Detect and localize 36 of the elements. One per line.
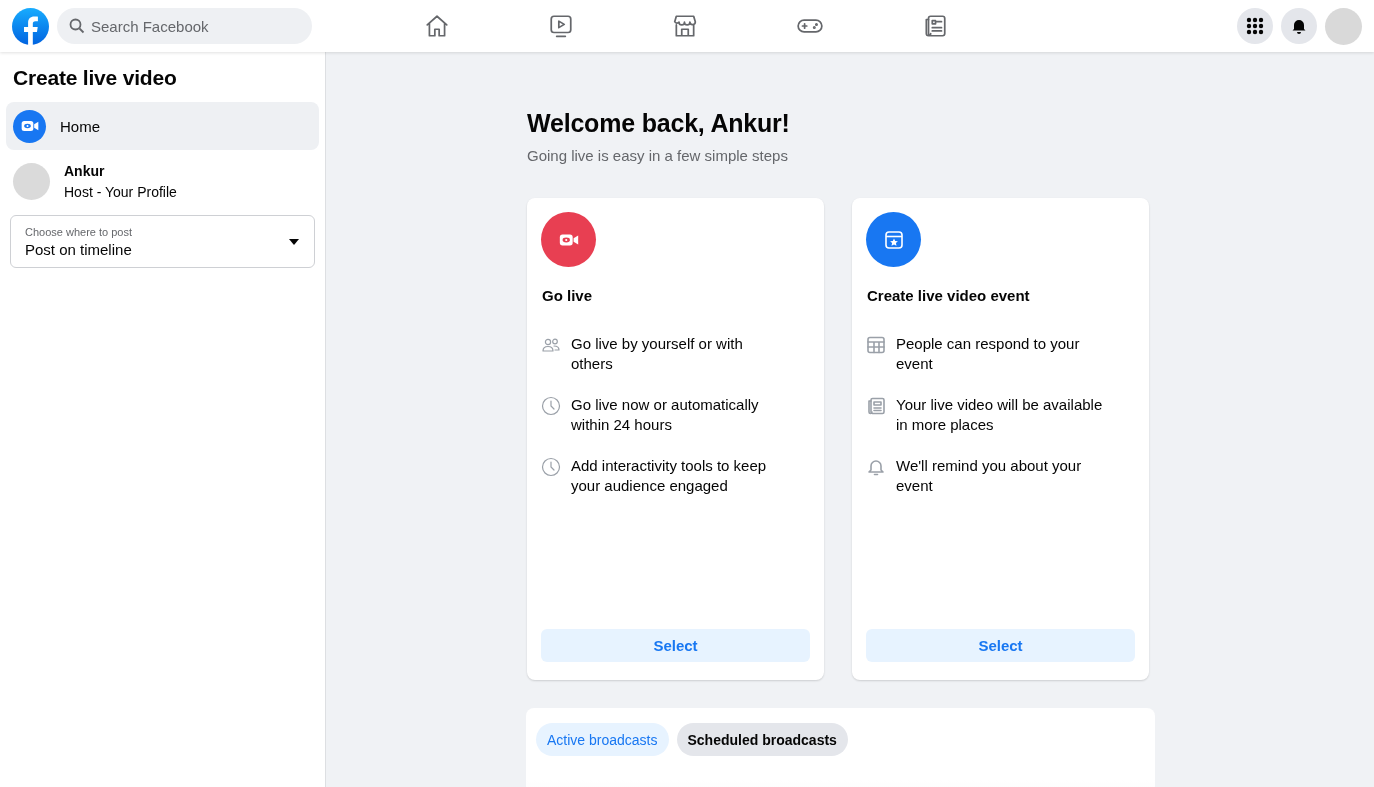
calendar-icon bbox=[866, 335, 886, 355]
bell-icon bbox=[866, 457, 886, 477]
bell-icon bbox=[1291, 17, 1307, 34]
menu-button[interactable] bbox=[1237, 7, 1273, 44]
feature-text: People can respond to your event bbox=[896, 334, 1081, 373]
store-icon[interactable] bbox=[672, 13, 698, 39]
caret-icon bbox=[288, 238, 300, 246]
newspaper-icon bbox=[866, 396, 886, 416]
page-title: Create live video bbox=[13, 66, 178, 90]
newspaper-icon[interactable] bbox=[922, 13, 948, 39]
feature-text: We'll remind you about your event bbox=[896, 456, 1083, 495]
video-camera-icon bbox=[13, 109, 46, 143]
clock-icon bbox=[541, 396, 561, 416]
notifications-button[interactable] bbox=[1281, 7, 1317, 44]
select-button[interactable]: Select bbox=[541, 629, 810, 662]
card-title: Go live bbox=[541, 287, 594, 304]
select-button[interactable]: Select bbox=[866, 629, 1135, 662]
broadcast-tab[interactable]: Active broadcasts bbox=[536, 723, 669, 756]
grid-icon bbox=[1246, 16, 1264, 35]
post-destination-select[interactable]: Choose where to post Post on timeline bbox=[10, 215, 315, 268]
welcome-subtitle: Going live is easy in a few simple steps bbox=[527, 147, 789, 164]
feature-text: Add interactivity tools to keep your audience engaged bbox=[571, 456, 768, 495]
card-title: Create live video event bbox=[866, 287, 1031, 304]
welcome-heading: Welcome back, Ankur! bbox=[527, 109, 791, 138]
facebook-logo[interactable] bbox=[12, 7, 49, 45]
sidebar-item[interactable]: Home bbox=[6, 102, 319, 150]
clock-icon bbox=[541, 457, 561, 477]
avatar bbox=[13, 163, 50, 200]
home-icon[interactable] bbox=[424, 13, 450, 39]
search-field[interactable]: Search Facebook bbox=[57, 8, 312, 44]
broadcast-tab[interactable]: Scheduled broadcasts bbox=[676, 723, 848, 756]
feature-text: Go live now or automatically within 24 hours bbox=[571, 395, 760, 434]
feature-text: Your live video will be available in more places bbox=[896, 395, 1104, 434]
sidebar-item[interactable]: Ankur Host - Your Profile bbox=[6, 156, 319, 207]
feature-text: Go live by yourself or with others bbox=[571, 334, 744, 373]
video-icon[interactable] bbox=[548, 13, 574, 39]
